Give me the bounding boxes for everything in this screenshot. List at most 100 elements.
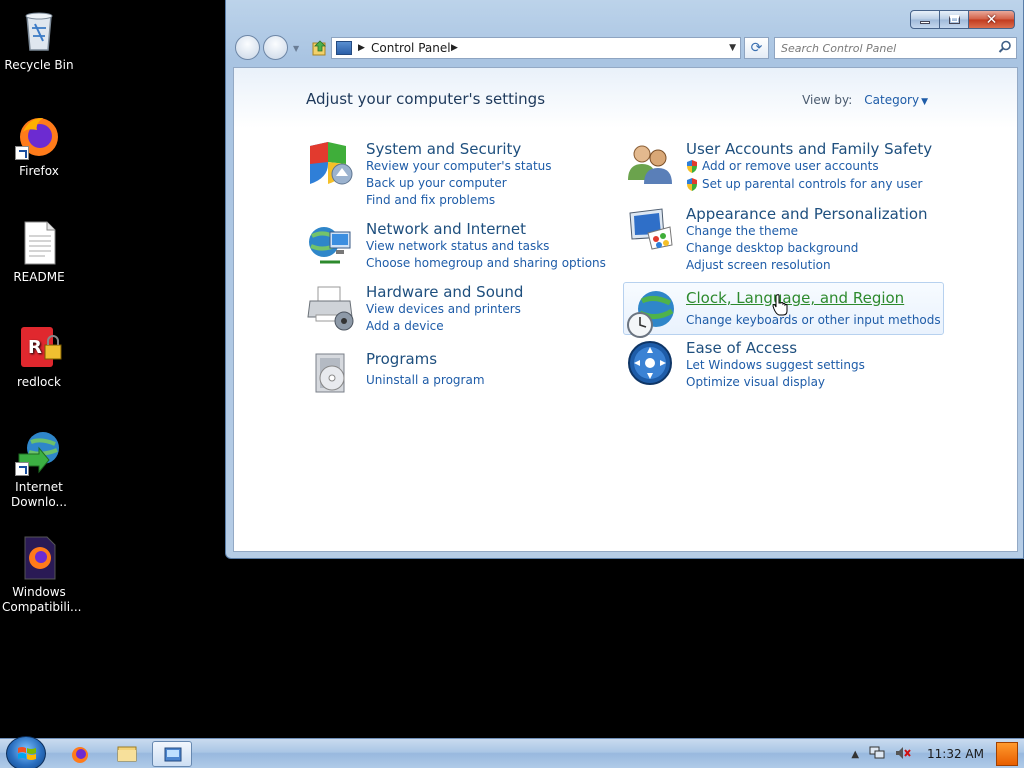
category-title[interactable]: System and Security <box>366 140 521 158</box>
category-title[interactable]: Programs <box>366 350 437 368</box>
category-title[interactable]: Ease of Access <box>686 339 797 357</box>
address-dropdown-icon[interactable]: ▼ <box>729 43 736 53</box>
task-link-label: Set up parental controls for any user <box>702 177 923 191</box>
redlock-icon: R <box>15 323 63 371</box>
globe-clock-icon <box>626 289 676 339</box>
search-input[interactable] <box>775 38 985 58</box>
close-icon: ✕ <box>985 11 998 28</box>
back-button[interactable] <box>235 35 260 60</box>
text-document-icon <box>15 218 63 266</box>
show-desktop-button[interactable] <box>996 742 1018 766</box>
download-globe-icon <box>15 428 63 476</box>
category-title[interactable]: Clock, Language, and Region <box>686 289 904 307</box>
control-panel-icon <box>336 41 352 55</box>
desktop-icon-label: Firefox <box>19 164 59 178</box>
control-panel-content: Adjust your computer's settings View by:… <box>233 67 1018 552</box>
task-link[interactable]: View network status and tasks <box>366 239 549 253</box>
taskbar-control-panel-button[interactable] <box>152 741 192 767</box>
task-link[interactable]: Let Windows suggest settings <box>686 358 865 372</box>
taskbar: ▲ 11:32 AM <box>0 736 1024 768</box>
security-shield-icon <box>306 140 356 190</box>
category-title[interactable]: Appearance and Personalization <box>686 205 928 223</box>
task-link[interactable]: Find and fix problems <box>366 193 495 207</box>
desktop-icon-label: Windows Compatibili... <box>2 585 82 614</box>
maximize-button[interactable] <box>940 10 969 29</box>
show-hidden-icons-icon[interactable]: ▲ <box>851 749 859 760</box>
search-box <box>774 37 1017 59</box>
system-tray: ▲ 11:32 AM <box>851 739 984 768</box>
start-button[interactable] <box>6 736 46 768</box>
uac-shield-icon <box>687 160 697 173</box>
network-globe-icon <box>306 220 356 270</box>
desktop-icon-redlock[interactable]: R redlock <box>0 323 78 390</box>
volume-muted-icon[interactable] <box>895 746 911 763</box>
task-link[interactable]: Change keyboards or other input methods <box>686 313 941 327</box>
firefox-document-icon <box>15 533 63 581</box>
category-title[interactable]: Hardware and Sound <box>366 283 523 301</box>
firefox-icon <box>15 112 63 160</box>
desktop-icon-firefox[interactable]: Firefox <box>0 112 78 179</box>
page-title: Adjust your computer's settings <box>306 90 546 108</box>
folder-icon <box>117 746 137 762</box>
view-by-label: View by: <box>802 93 853 107</box>
chevron-down-icon[interactable]: ▼ <box>921 97 928 107</box>
maximize-icon <box>948 15 960 24</box>
desktop-icon-recycle-bin[interactable]: Recycle Bin <box>0 6 78 73</box>
breadcrumb-separator-icon[interactable]: ▶ <box>451 43 458 53</box>
control-panel-icon <box>164 747 182 762</box>
category-title[interactable]: User Accounts and Family Safety <box>686 140 932 158</box>
task-link[interactable]: Uninstall a program <box>366 373 485 387</box>
close-button[interactable]: ✕ <box>969 10 1015 29</box>
desktop-icon-internet-download[interactable]: Internet Downlo... <box>0 428 78 510</box>
ease-of-access-icon <box>626 339 676 389</box>
hand-cursor-icon <box>772 294 788 316</box>
desktop-icon-label: Recycle Bin <box>4 58 74 72</box>
printer-icon <box>306 283 356 333</box>
recent-pages-dropdown-icon[interactable]: ▼ <box>293 44 299 53</box>
taskbar-clock[interactable]: 11:32 AM <box>927 747 984 761</box>
breadcrumb-control-panel[interactable]: Control Panel <box>371 41 451 55</box>
task-link[interactable]: Set up parental controls for any user <box>686 177 922 191</box>
view-by-dropdown[interactable]: Category <box>864 93 919 107</box>
control-panel-window: ✕ ▼ ▶ Control Panel ▶ ▼ ⟳ Search Control… <box>225 0 1024 559</box>
search-icon[interactable] <box>998 40 1012 54</box>
desktop-icon-readme[interactable]: README <box>0 218 78 285</box>
taskbar-firefox-button[interactable] <box>60 741 100 767</box>
task-link[interactable]: Choose homegroup and sharing options <box>366 256 606 270</box>
taskbar-explorer-button[interactable] <box>107 741 147 767</box>
svg-text:R: R <box>28 337 42 358</box>
view-by-control: View by: Category ▼ <box>802 93 928 107</box>
task-link[interactable]: Change the theme <box>686 224 798 238</box>
forward-button[interactable] <box>263 35 288 60</box>
refresh-button[interactable]: ⟳ <box>744 37 769 59</box>
monitor-palette-icon <box>626 205 676 255</box>
task-link[interactable]: Add or remove user accounts <box>686 159 879 173</box>
desktop-icon-label: redlock <box>17 375 61 389</box>
minimize-button[interactable] <box>910 10 940 29</box>
desktop-icon-label: README <box>13 270 65 284</box>
programs-disc-icon <box>306 350 356 400</box>
address-bar[interactable]: ▶ Control Panel ▶ ▼ <box>331 37 741 59</box>
windows-logo-icon <box>18 747 36 760</box>
task-link[interactable]: Back up your computer <box>366 176 507 190</box>
navigation-bar: ▼ ▶ Control Panel ▶ ▼ ⟳ <box>234 35 1017 61</box>
shortcut-arrow-icon <box>15 462 29 476</box>
users-icon <box>626 140 676 190</box>
task-link-label: Add or remove user accounts <box>702 159 879 173</box>
network-icon[interactable] <box>869 746 885 763</box>
breadcrumb-separator-icon[interactable]: ▶ <box>358 43 365 53</box>
desktop-icon-label: Internet Downlo... <box>11 480 67 509</box>
uac-shield-icon <box>687 178 697 191</box>
minimize-icon <box>920 21 930 24</box>
up-folder-icon[interactable] <box>311 39 329 57</box>
task-link[interactable]: Add a device <box>366 319 444 333</box>
task-link[interactable]: Review your computer's status <box>366 159 552 173</box>
desktop-icon-windows-compat[interactable]: Windows Compatibili... <box>0 533 82 615</box>
task-link[interactable]: Adjust screen resolution <box>686 258 831 272</box>
category-title[interactable]: Network and Internet <box>366 220 526 238</box>
task-link[interactable]: Optimize visual display <box>686 375 825 389</box>
task-link[interactable]: View devices and printers <box>366 302 521 316</box>
task-link[interactable]: Change desktop background <box>686 241 858 255</box>
window-controls: ✕ <box>910 10 1015 29</box>
recycle-bin-icon <box>15 6 63 54</box>
